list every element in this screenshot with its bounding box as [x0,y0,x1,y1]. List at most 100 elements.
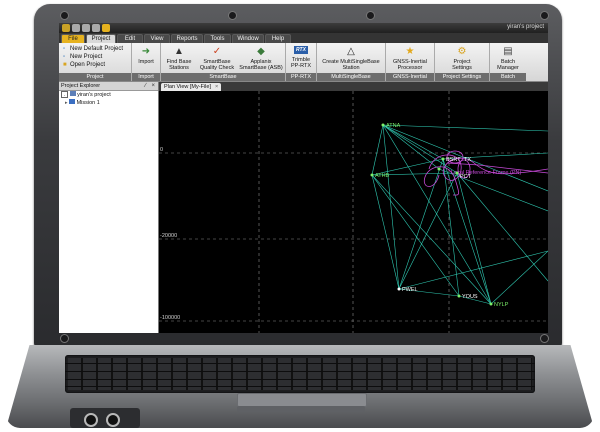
undo-icon[interactable] [82,24,90,32]
lid-screw [228,11,237,20]
project-icon [69,91,76,96]
station-pwel-marker [397,287,401,291]
collapse-icon[interactable]: - [61,91,68,98]
mic-jack [106,413,120,427]
lid-screw [540,334,549,343]
lid-screw [60,11,69,20]
station-atna[interactable]: ATNA [386,123,401,129]
station-athb[interactable]: ATHB [375,173,390,179]
gear-icon: ⚙ [457,46,467,57]
new-project-label: New Project [70,54,103,60]
plan-view-tab-label: Plan View [My-File] [164,84,211,90]
redo-icon[interactable] [92,24,100,32]
screen: yiran's project File Project Edit View R… [59,23,548,333]
ribbon-group-project: ▫ New Default Project ▫ New Project ■ Open … [59,43,132,81]
tab-close-icon[interactable]: × [215,84,218,90]
new-default-project-label: New Default Project [70,46,124,52]
quality-label-2: Quality Check [199,65,235,71]
explorer-title: Project Explorer [61,83,101,89]
window-title: yiran's project [507,24,544,30]
axis-label-0: 0 [160,147,163,153]
quality-check-icon: ✓ [212,46,222,57]
station-pwel[interactable]: PWEL [402,287,418,293]
ribbon-group-multisinglebase: △ Create MultiSingleBase Station MultiSi… [317,43,386,81]
smartbase-quality-check-button[interactable]: ✓ SmartBase Quality Check [197,46,237,71]
import-label: Import [138,59,154,65]
gnss-inertial-processor-button[interactable]: ★ GNSS-Inertial Processor [388,46,432,71]
project-settings-button[interactable]: ⚙ Project Settings [440,46,484,71]
open-folder-icon: ■ [63,62,67,68]
trimble-pprtx-button[interactable]: RTX Trimble PP-RTX [287,46,315,69]
expand-icon[interactable]: ▸ [65,100,68,106]
gnss-label-2: Processor [397,65,423,71]
pin-icon[interactable]: ∕ [145,82,146,90]
ribbon: ▫ New Default Project ▫ New Project ■ Open … [59,43,548,82]
plan-view-tabs: Plan View [My-File] × [159,82,548,91]
open-project-button[interactable]: ■ Open Project [63,61,105,69]
group-label-multisinglebase: MultiSingleBase [317,73,385,81]
batch-label-2: Manager [497,65,519,71]
save-icon[interactable] [72,24,80,32]
applanix-icon: ◆ [257,46,265,57]
settings-label-2: Settings [452,65,472,71]
station-bsrt[interactable]: BSRT [446,157,461,163]
project-name: yiran's project [77,92,111,98]
station-nylp[interactable]: NYLP [494,302,509,308]
lid-screw [60,334,69,343]
group-label-settings: Project Settings [435,73,489,81]
touchpad [237,393,367,407]
close-icon[interactable]: × [151,82,155,90]
group-label-project: Project [59,73,131,81]
create-label-2: Station [342,65,360,71]
ribbon-group-smartbase: ▲ Find Base Stations ✓ SmartBase Quality… [161,43,286,81]
explorer-header: Project Explorer ∕ × [59,82,158,91]
new-file-icon: ▫ [63,46,66,52]
station-tx[interactable]: TX [464,157,471,163]
ribbon-group-settings: ⚙ Project Settings Project Settings [435,43,490,81]
star-icon: ★ [405,46,415,57]
applanix-smartbase-button[interactable]: ◆ Applanix SmartBase (ASB) [239,46,283,71]
ribbon-group-pprtx: RTX Trimble PP-RTX PP-RTX [286,43,317,81]
ribbon-group-gnss: ★ GNSS-Inertial Processor GNSS-Inertial [386,43,435,81]
network-icon: △ [347,46,355,57]
group-label-import: Import [132,73,160,81]
mission-name: Mission 1 [76,100,100,106]
import-button[interactable]: ➜ Import [134,46,158,65]
plan-view[interactable]: Plan View [My-File] × 0 -20000 -100000 L… [159,82,548,333]
tab-plan-view[interactable]: Plan View [My-File] × [161,83,222,91]
ribbon-group-batch: ▤ Batch Manager Batch [490,43,526,81]
rtx-badge-icon: RTX [294,46,308,54]
ribbon-tab-bar: File Project Edit View Reports Tools Win… [59,33,548,44]
plan-view-canvas[interactable]: 0 -20000 -100000 Local Reference Frame (… [159,91,548,333]
open-project-label: Open Project [70,62,106,68]
group-label-smartbase: SmartBase [161,73,285,81]
find-base-label-2: Stations [169,65,189,71]
station-pct[interactable]: PCT [460,174,472,180]
tree-item-project[interactable]: - yiran's project [59,91,158,99]
new-project-button[interactable]: ▫ New Project [63,53,102,61]
applanix-label-2: SmartBase (ASB) [239,65,283,71]
audio-ports [70,408,140,428]
trimble-label-2: PP-RTX [290,63,312,69]
lid-screw [540,11,549,20]
axis-label-100000: -100000 [160,315,180,321]
import-icon: ➜ [141,46,151,57]
project-tree: - yiran's project ▸ Mission 1 [59,91,158,107]
group-label-pprtx: PP-RTX [286,73,316,81]
title-bar: yiran's project [59,23,548,33]
mission-icon [69,99,76,104]
folder-icon[interactable] [102,24,110,32]
batch-manager-button[interactable]: ▤ Batch Manager [492,46,524,71]
touchpad-buttons [237,406,365,412]
tree-item-mission[interactable]: ▸ Mission 1 [59,99,158,107]
station-yous[interactable]: YOUS [462,294,478,300]
keyboard [65,355,535,393]
group-label-gnss: GNSS-Inertial [386,73,434,81]
headphone-jack [84,413,98,427]
create-multisinglebase-button[interactable]: △ Create MultiSingleBase Station [319,46,383,71]
app-logo-icon[interactable] [62,24,70,32]
document-icon: ▤ [503,46,513,57]
new-default-project-button[interactable]: ▫ New Default Project [63,45,123,53]
new-project-icon: ▫ [63,54,66,60]
find-base-stations-button[interactable]: ▲ Find Base Stations [163,46,195,71]
